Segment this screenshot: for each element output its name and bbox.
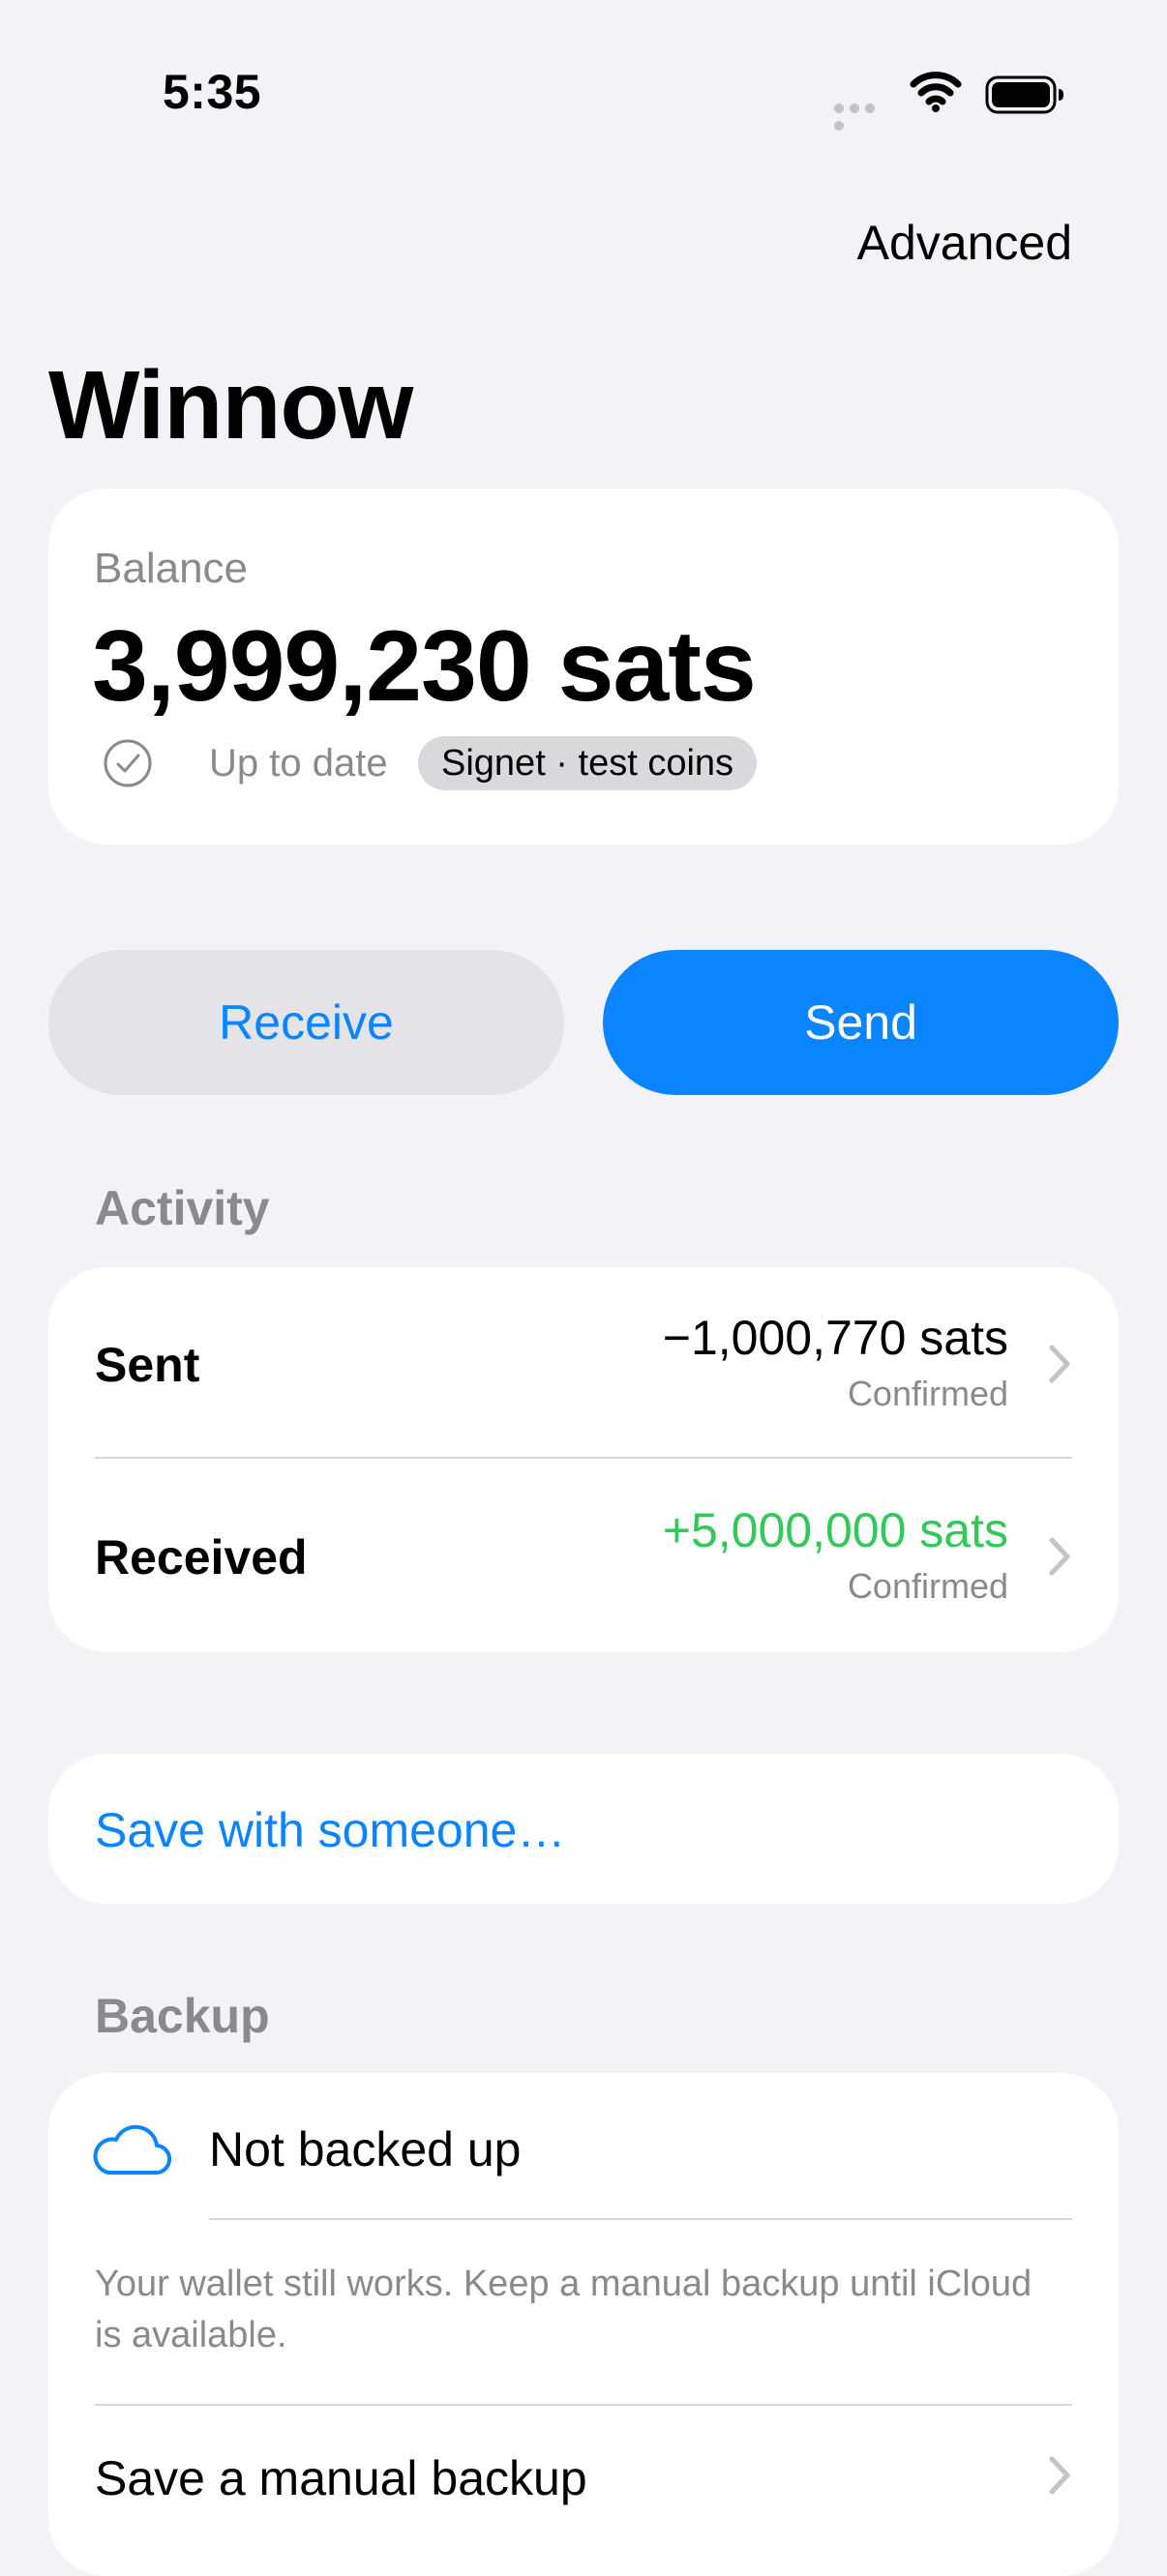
- transaction-row-sent[interactable]: Sent −1,000,770 sats Confirmed: [48, 1267, 1119, 1460]
- checkmark-circle-icon: [104, 739, 152, 787]
- backup-description: Your wallet still works. Keep a manual b…: [95, 2264, 1032, 2355]
- cellular-signal-icon: [834, 101, 894, 131]
- chevron-right-icon: [1049, 2456, 1070, 2495]
- transaction-label: Received: [95, 1530, 308, 1584]
- balance-value: 3,999,230 sats: [92, 610, 757, 723]
- transaction-label: Sent: [95, 1338, 200, 1392]
- transaction-amount: −1,000,770 sats: [662, 1311, 1008, 1365]
- cloud-icon: [93, 2124, 172, 2176]
- activity-list: Sent −1,000,770 sats Confirmed Received …: [48, 1267, 1119, 1652]
- receive-button[interactable]: Receive: [48, 950, 564, 1095]
- save-manual-backup-label: Save a manual backup: [95, 2451, 587, 2505]
- row-divider: [209, 2218, 1072, 2220]
- row-divider: [95, 1457, 1072, 1459]
- transaction-amount: +5,000,000 sats: [662, 1503, 1008, 1557]
- backup-section-header: Backup: [95, 1989, 270, 2043]
- transaction-status: Confirmed: [847, 1566, 1008, 1606]
- backup-card: Not backed up Your wallet still works. K…: [48, 2073, 1119, 2576]
- network-badge: Signet · test coins: [418, 736, 758, 790]
- advanced-button[interactable]: Advanced: [857, 215, 1072, 271]
- balance-card: Balance 3,999,230 sats Up to date Signet…: [48, 489, 1119, 844]
- send-button[interactable]: Send: [603, 950, 1119, 1095]
- page-title: Winnow: [48, 351, 413, 459]
- save-with-someone-label: Save with someone…: [95, 1803, 566, 1857]
- save-manual-backup-row[interactable]: Save a manual backup: [48, 2406, 1119, 2576]
- chevron-right-icon: [1049, 1537, 1070, 1576]
- sync-status: Up to date: [209, 742, 388, 785]
- chevron-right-icon: [1049, 1345, 1070, 1383]
- save-with-someone-button[interactable]: Save with someone…: [48, 1754, 1119, 1904]
- status-time: 5:35: [163, 65, 262, 119]
- activity-section-header: Activity: [95, 1181, 270, 1235]
- battery-icon: [985, 75, 1063, 114]
- transaction-status: Confirmed: [847, 1374, 1008, 1413]
- wifi-icon: [910, 72, 962, 112]
- balance-label: Balance: [94, 545, 249, 592]
- transaction-row-received[interactable]: Received +5,000,000 sats Confirmed: [48, 1460, 1119, 1652]
- backup-status: Not backed up: [209, 2122, 522, 2176]
